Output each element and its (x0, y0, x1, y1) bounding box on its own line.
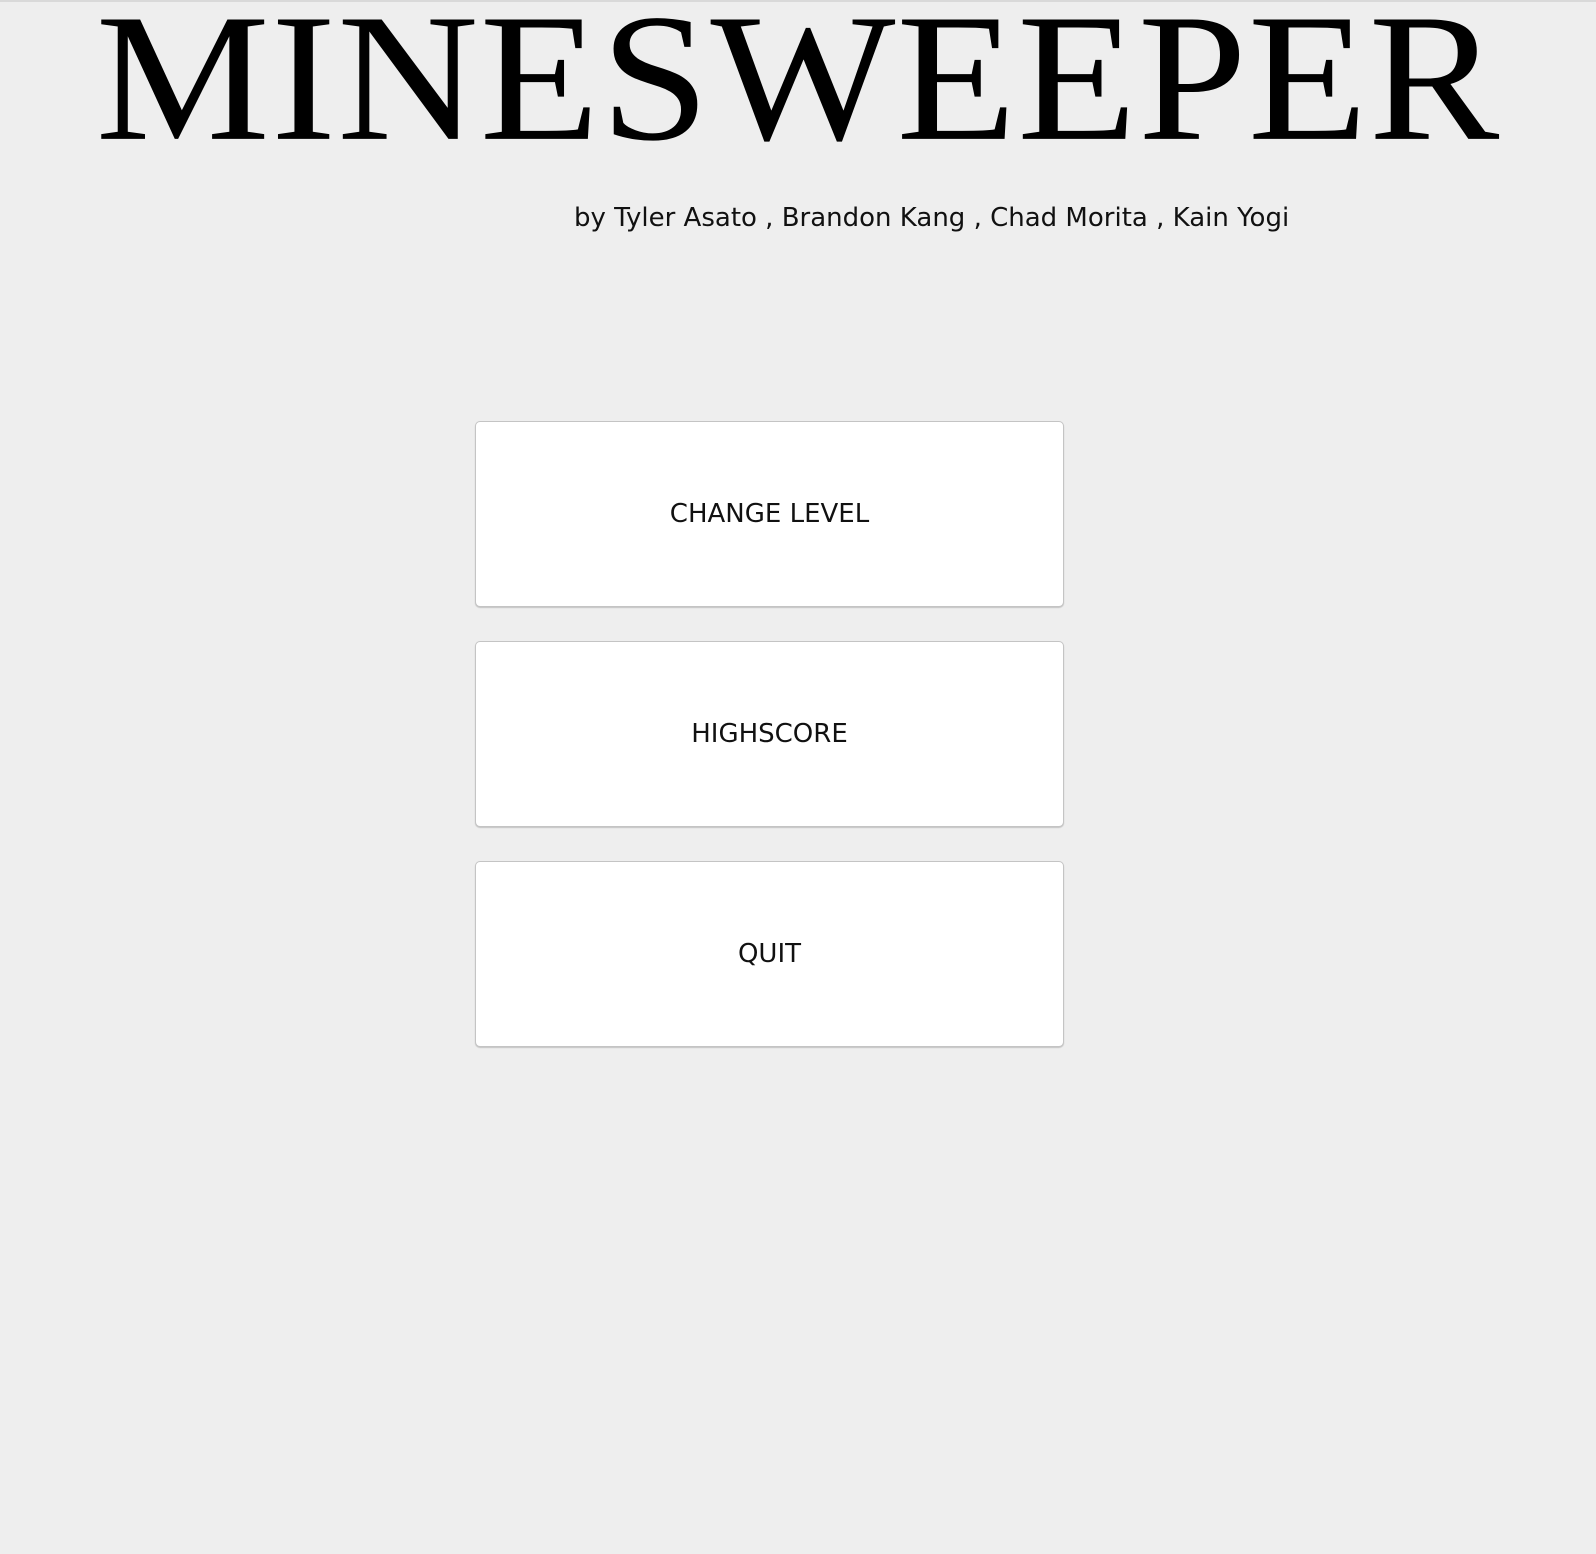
game-title: MINESWEEPER (95, 0, 1501, 179)
quit-button[interactable]: QUIT (475, 861, 1064, 1047)
change-level-button-label: CHANGE LEVEL (669, 499, 870, 529)
highscore-button[interactable]: HIGHSCORE (475, 641, 1064, 827)
highscore-button-label: HIGHSCORE (691, 719, 848, 749)
change-level-button[interactable]: CHANGE LEVEL (475, 421, 1064, 607)
authors-byline: by Tyler Asato , Brandon Kang , Chad Mor… (574, 203, 1290, 233)
quit-button-label: QUIT (737, 939, 802, 969)
